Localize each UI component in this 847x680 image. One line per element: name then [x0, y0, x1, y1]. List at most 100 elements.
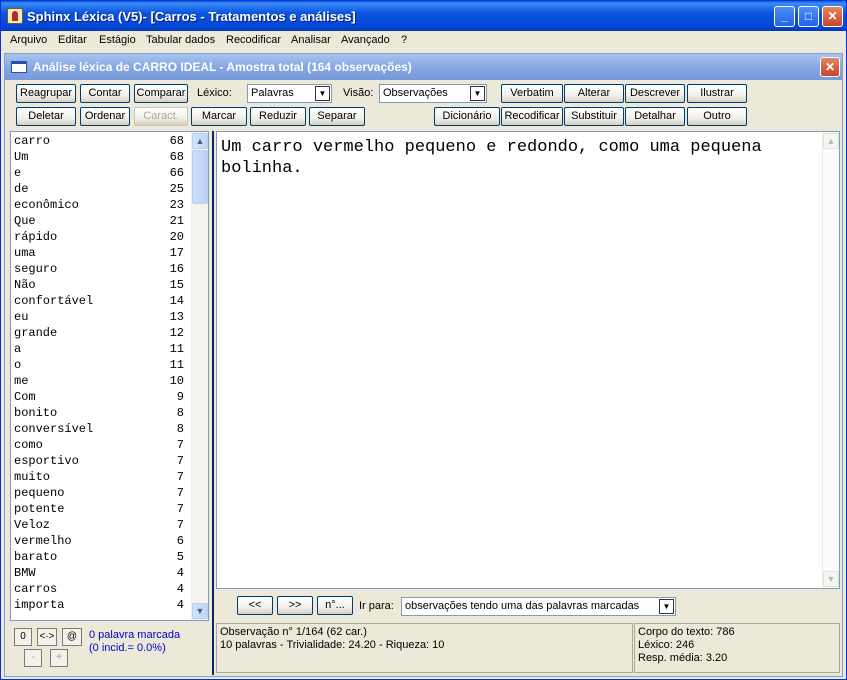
list-item[interactable]: rápido 20 — [14, 230, 184, 246]
list-item[interactable]: e 66 — [14, 166, 184, 182]
goto-select[interactable]: observações tendo uma das palavras marca… — [401, 597, 676, 616]
marcar-button[interactable]: Marcar — [191, 107, 247, 126]
list-item[interactable]: BMW 4 — [14, 566, 184, 582]
scroll-up-icon[interactable]: ▲ — [192, 133, 208, 149]
corpus-status-panel: Corpo do texto: 786 Léxico: 246 Resp. mé… — [634, 623, 840, 673]
list-item[interactable]: esportivo 7 — [14, 454, 184, 470]
substituir-button[interactable]: Substituir — [564, 107, 624, 126]
observation-text-area[interactable]: Um carro vermelho pequeno e redondo, com… — [216, 131, 840, 589]
scroll-up-icon[interactable]: ▲ — [823, 133, 839, 149]
mark-at-button[interactable]: @ — [62, 628, 82, 646]
separar-button[interactable]: Separar — [309, 107, 365, 126]
word-count: 7 — [176, 502, 184, 516]
list-item[interactable]: eu 13 — [14, 310, 184, 326]
chevron-down-icon[interactable]: ▼ — [315, 86, 330, 101]
lexico-select[interactable]: Palavras ▼ — [247, 84, 332, 103]
next-button[interactable]: >> — [277, 596, 313, 615]
chevron-down-icon[interactable]: ▼ — [659, 599, 674, 614]
inner-title-bar: Análise léxica de CARRO IDEAL - Amostra … — [5, 54, 842, 80]
scroll-down-icon[interactable]: ▼ — [823, 571, 839, 587]
observation-text: Um carro vermelho pequeno e redondo, com… — [221, 138, 762, 178]
menu-recodificar[interactable]: Recodificar — [226, 34, 281, 46]
word-count: 7 — [176, 486, 184, 500]
list-item[interactable]: Veloz 7 — [14, 518, 184, 534]
list-item[interactable]: Um 68 — [14, 150, 184, 166]
word-label: uma — [14, 246, 36, 260]
list-item[interactable]: grande 12 — [14, 326, 184, 342]
panel-divider[interactable] — [212, 131, 214, 675]
alterar-button[interactable]: Alterar — [564, 84, 624, 103]
scroll-down-icon[interactable]: ▼ — [192, 603, 208, 619]
previous-button[interactable]: << — [237, 596, 273, 615]
list-item[interactable]: o 11 — [14, 358, 184, 374]
ilustrar-button[interactable]: Ilustrar — [687, 84, 747, 103]
list-item[interactable]: potente 7 — [14, 502, 184, 518]
scroll-thumb[interactable] — [192, 150, 208, 204]
list-item[interactable]: confortável 14 — [14, 294, 184, 310]
minimize-button[interactable]: _ — [774, 6, 795, 27]
list-item[interactable]: Com 9 — [14, 390, 184, 406]
ordenar-button[interactable]: Ordenar — [80, 107, 130, 126]
descrever-button[interactable]: Descrever — [625, 84, 685, 103]
lexical-analysis-window: Análise léxica de CARRO IDEAL - Amostra … — [4, 53, 843, 677]
outro-button[interactable]: Outro — [687, 107, 747, 126]
list-item[interactable]: seguro 16 — [14, 262, 184, 278]
list-item[interactable]: a 11 — [14, 342, 184, 358]
menu-editar[interactable]: Editar — [58, 34, 87, 46]
list-item[interactable]: uma 17 — [14, 246, 184, 262]
increase-button[interactable]: + — [50, 649, 68, 667]
deletar-button[interactable]: Deletar — [16, 107, 76, 126]
list-item[interactable]: conversível 8 — [14, 422, 184, 438]
observation-status-line1: Observação n° 1/164 (62 car.) — [220, 626, 367, 638]
list-item[interactable]: barato 5 — [14, 550, 184, 566]
goto-number-button[interactable]: n°... — [317, 596, 353, 615]
list-item[interactable]: vermelho 6 — [14, 534, 184, 550]
close-button[interactable]: ✕ — [822, 6, 843, 27]
caract-button[interactable]: Caract. — [134, 107, 188, 126]
mark-zero-button[interactable]: 0 — [14, 628, 32, 646]
contar-button[interactable]: Contar — [80, 84, 130, 103]
list-item[interactable]: como 7 — [14, 438, 184, 454]
word-count: 8 — [176, 406, 184, 420]
detalhar-button[interactable]: Detalhar — [625, 107, 685, 126]
text-scrollbar[interactable]: ▲ ▼ — [822, 132, 839, 588]
list-item[interactable]: bonito 8 — [14, 406, 184, 422]
recodificar-button[interactable]: Recodificar — [501, 107, 563, 126]
word-frequency-list[interactable]: carro 68 Um 68 e 66 de 25 econômico 23 Que 21 rápido… — [10, 131, 209, 621]
list-item[interactable]: importa 4 — [14, 598, 184, 614]
menu-tabular-dados[interactable]: Tabular dados — [146, 34, 215, 46]
list-item[interactable]: carro 68 — [14, 134, 184, 150]
visao-select[interactable]: Observações ▼ — [379, 84, 487, 103]
word-label: potente — [14, 502, 65, 516]
list-item[interactable]: Que 21 — [14, 214, 184, 230]
list-item[interactable]: muito 7 — [14, 470, 184, 486]
title-bar: Sphinx Léxica (V5)- [Carros - Tratamento… — [1, 1, 846, 31]
chevron-down-icon[interactable]: ▼ — [470, 86, 485, 101]
maximize-button[interactable]: □ — [798, 6, 819, 27]
menu-analisar[interactable]: Analisar — [291, 34, 331, 46]
wordlist-scrollbar[interactable]: ▲ ▼ — [191, 132, 208, 620]
verbatim-button[interactable]: Verbatim — [501, 84, 563, 103]
mark-range-button[interactable]: <·> — [37, 628, 57, 646]
comparar-button[interactable]: Comparar — [134, 84, 188, 103]
dicionario-button[interactable]: Dicionário — [434, 107, 500, 126]
word-count: 66 — [169, 166, 184, 180]
menu-estagio[interactable]: Estágio — [99, 34, 136, 46]
list-item[interactable]: de 25 — [14, 182, 184, 198]
sphinx-app-icon[interactable] — [7, 8, 23, 24]
reagrupar-button[interactable]: Reagrupar — [16, 84, 76, 103]
marked-incidence: (0 incid.= 0.0%) — [89, 642, 166, 654]
list-item[interactable]: econômico 23 — [14, 198, 184, 214]
menu-help[interactable]: ? — [401, 34, 407, 46]
word-count: 5 — [176, 550, 184, 564]
list-item[interactable]: me 10 — [14, 374, 184, 390]
menu-arquivo[interactable]: Arquivo — [10, 34, 47, 46]
list-item[interactable]: pequeno 7 — [14, 486, 184, 502]
list-item[interactable]: Não 15 — [14, 278, 184, 294]
decrease-button[interactable]: - — [24, 649, 42, 667]
corpus-size: Corpo do texto: 786 — [638, 626, 735, 638]
reduzir-button[interactable]: Reduzir — [250, 107, 306, 126]
list-item[interactable]: carros 4 — [14, 582, 184, 598]
menu-avancado[interactable]: Avançado — [341, 34, 390, 46]
inner-close-button[interactable]: ✕ — [820, 57, 840, 77]
